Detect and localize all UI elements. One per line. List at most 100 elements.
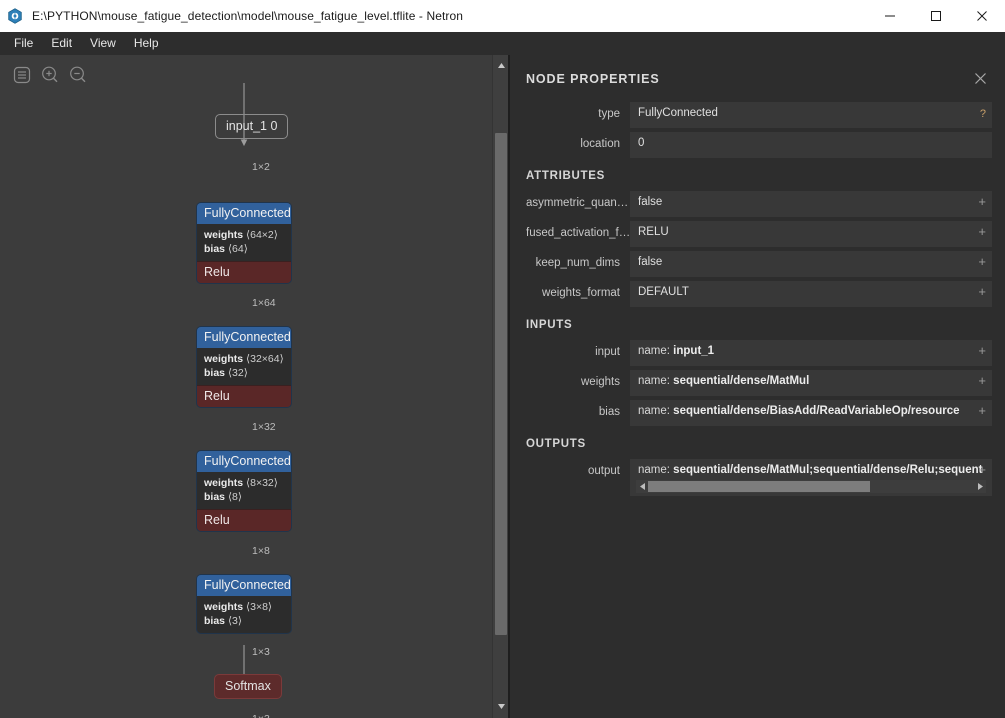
scroll-down-icon[interactable] (493, 698, 508, 714)
attribute-label: fused_activation_f… (526, 227, 630, 239)
graph-node-fullyconnected[interactable]: FullyConnected weights ⟨8×32⟩ bias ⟨8⟩ R… (196, 450, 292, 532)
graph-node-input[interactable]: input_1 0 (215, 114, 289, 139)
input-label: weights (581, 376, 620, 388)
param-shape: ⟨3⟩ (227, 615, 242, 627)
expand-icon[interactable]: + (978, 225, 986, 239)
attribute-value[interactable]: RELU + (630, 221, 992, 247)
value-text: FullyConnected (638, 107, 718, 119)
input-value[interactable]: name: sequential/dense/BiasAdd/ReadVaria… (630, 400, 992, 426)
param-name: weights (204, 477, 244, 489)
param-name: bias (204, 367, 226, 379)
scroll-right-icon[interactable] (974, 480, 986, 493)
value-prefix: name: (638, 375, 670, 387)
param-shape: ⟨8⟩ (227, 491, 242, 503)
scroll-up-icon[interactable] (493, 57, 508, 73)
expand-icon[interactable]: + (978, 255, 986, 269)
graph-vertical-scrollbar[interactable] (492, 55, 508, 718)
property-value-type[interactable]: FullyConnected ? (630, 102, 992, 128)
menu-help[interactable]: Help (125, 33, 168, 54)
value-text: false (638, 256, 663, 268)
property-value-location[interactable]: 0 (630, 132, 992, 158)
property-row-location: location 0 (526, 132, 992, 158)
minimize-icon[interactable] (867, 0, 913, 32)
menu-edit[interactable]: Edit (42, 33, 81, 54)
graph-node-fullyconnected[interactable]: FullyConnected weights ⟨64×2⟩ bias ⟨64⟩ … (196, 202, 292, 284)
close-icon[interactable] (970, 68, 990, 88)
param-shape: ⟨32⟩ (227, 367, 248, 379)
zoom-out-icon[interactable] (66, 63, 89, 86)
panel-title: NODE PROPERTIES (526, 71, 660, 86)
input-row: input name: input_1 + (526, 340, 992, 366)
param-name: bias (204, 491, 226, 503)
attribute-value[interactable]: false + (630, 191, 992, 217)
param-shape: ⟨3×8⟩ (246, 601, 273, 613)
value-prefix: name: (638, 345, 670, 357)
close-icon[interactable] (959, 0, 1005, 32)
node-activation-label: Relu (197, 385, 291, 407)
param-name: weights (204, 229, 244, 241)
input-label: bias (598, 406, 620, 418)
main-area: input_1 0 1×2 FullyConnected weights ⟨64… (0, 55, 1005, 718)
output-horizontal-scrollbar[interactable] (636, 480, 986, 493)
param-shape: ⟨8×32⟩ (246, 477, 278, 489)
output-row: output name: sequential/dense/MatMul;seq… (526, 459, 992, 496)
maximize-icon[interactable] (913, 0, 959, 32)
node-activation-label: Relu (197, 509, 291, 531)
node-type-label: FullyConnected (197, 451, 291, 472)
zoom-in-icon[interactable] (38, 63, 61, 86)
input-row: weights name: sequential/dense/MatMul + (526, 370, 992, 396)
value-text: RELU (638, 226, 669, 238)
expand-icon[interactable]: + (978, 195, 986, 209)
node-properties-pane: NODE PROPERTIES type FullyConnected ? lo… (510, 55, 1005, 718)
scrollbar-thumb[interactable] (495, 133, 507, 635)
node-type-label: FullyConnected (197, 327, 291, 348)
param-shape: ⟨64×2⟩ (246, 229, 278, 241)
attribute-value[interactable]: false + (630, 251, 992, 277)
expand-icon[interactable]: + (978, 285, 986, 299)
value-text: DEFAULT (638, 286, 689, 298)
output-value[interactable]: name: sequential/dense/MatMul;sequential… (630, 459, 992, 496)
value-text: false (638, 196, 663, 208)
expand-icon[interactable]: + (978, 374, 986, 388)
scrollbar-track[interactable] (648, 480, 974, 493)
section-title-inputs: INPUTS (526, 319, 573, 331)
input-value[interactable]: name: input_1 + (630, 340, 992, 366)
scroll-left-icon[interactable] (636, 480, 648, 493)
node-type-label: FullyConnected (197, 203, 291, 224)
window-controls (867, 0, 1005, 32)
node-activation-label: Relu (197, 261, 291, 283)
node-params: weights ⟨64×2⟩ bias ⟨64⟩ (197, 224, 291, 261)
expand-icon[interactable]: + (978, 404, 986, 418)
edge-label: 1×8 (252, 545, 270, 557)
attribute-label: weights_format (542, 287, 620, 299)
edge-label: 1×2 (252, 161, 270, 173)
edge-label: 1×3 (252, 646, 270, 658)
value-text: sequential/dense/BiasAdd/ReadVariableOp/… (673, 405, 960, 417)
node-params: weights ⟨32×64⟩ bias ⟨32⟩ (197, 348, 291, 385)
param-name: bias (204, 243, 226, 255)
graph-node-softmax[interactable]: Softmax (214, 674, 282, 699)
attribute-value[interactable]: DEFAULT + (630, 281, 992, 307)
attribute-row: asymmetric_quan… false + (526, 191, 992, 217)
expand-icon[interactable]: + (978, 344, 986, 358)
expand-icon[interactable]: + (978, 463, 986, 477)
input-value[interactable]: name: sequential/dense/MatMul + (630, 370, 992, 396)
menubar: File Edit View Help (0, 32, 1005, 55)
graph-node-fullyconnected[interactable]: FullyConnected weights ⟨32×64⟩ bias ⟨32⟩… (196, 326, 292, 408)
section-title-outputs: OUTPUTS (526, 438, 586, 450)
scrollbar-thumb[interactable] (648, 481, 870, 492)
graph-pane[interactable]: input_1 0 1×2 FullyConnected weights ⟨64… (0, 55, 508, 718)
param-name: weights (204, 353, 244, 365)
menu-view[interactable]: View (81, 33, 125, 54)
edge-label: 1×3 (252, 713, 270, 718)
property-label: location (580, 138, 620, 150)
graph-node-fullyconnected[interactable]: FullyConnected weights ⟨3×8⟩ bias ⟨3⟩ (196, 574, 292, 634)
menu-file[interactable]: File (5, 33, 42, 54)
value-text: sequential/dense/MatMul;sequential/dense… (673, 464, 983, 476)
menu-icon[interactable] (10, 63, 33, 86)
properties-header: NODE PROPERTIES (526, 55, 992, 102)
node-params: weights ⟨3×8⟩ bias ⟨3⟩ (197, 596, 291, 633)
value-text: sequential/dense/MatMul (673, 375, 810, 387)
param-shape: ⟨32×64⟩ (246, 353, 284, 365)
help-icon[interactable]: ? (980, 106, 986, 122)
